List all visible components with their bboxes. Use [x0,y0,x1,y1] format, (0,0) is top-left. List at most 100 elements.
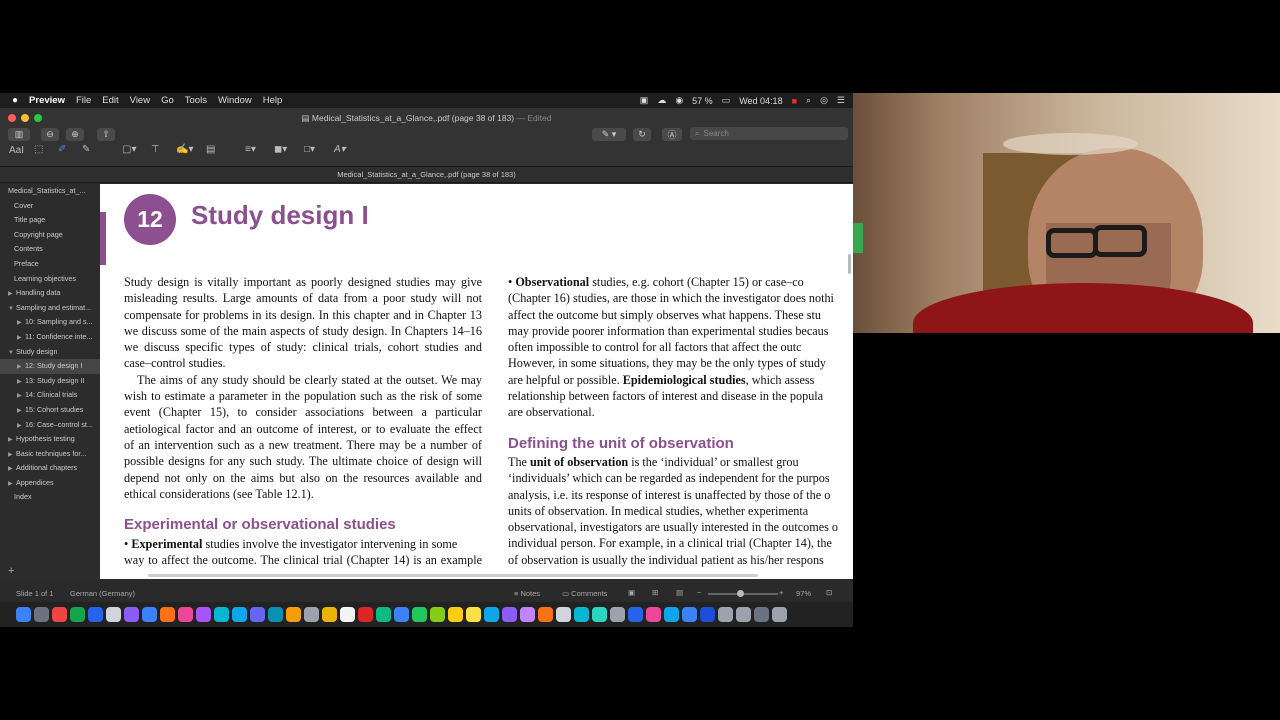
fill-color-icon[interactable]: □▾ [304,144,315,155]
menu-view[interactable]: View [130,95,150,106]
shapes-icon[interactable]: ▢▾ [122,144,136,155]
horizontal-scrollbar[interactable] [148,574,758,577]
dock-app-icon[interactable] [736,607,751,622]
menu-app-name[interactable]: Preview [29,95,65,106]
control-center-icon[interactable]: ☰ [837,95,845,106]
dock-app-icon[interactable] [556,607,571,622]
dock-app-icon[interactable] [142,607,157,622]
menu-go[interactable]: Go [161,95,174,106]
sidebar-item[interactable]: Medical_Statistics_at_... [0,184,100,199]
sidebar-item[interactable]: ▶ 15: Cohort studies [0,403,100,418]
dock-app-icon[interactable] [268,607,283,622]
draw-icon[interactable]: ✎ [82,144,90,155]
sidebar-item[interactable]: ▶ 12: Study design I [0,359,100,374]
dock-app-icon[interactable] [646,607,661,622]
clock[interactable]: Wed 04:18 [739,96,782,106]
sidebar-item[interactable]: ▼ Study design [0,345,100,360]
sidebar-item[interactable]: ▶ 10: Sampling and s... [0,315,100,330]
sidebar-item[interactable]: ▶ Appendices [0,476,100,491]
menu-edit[interactable]: Edit [102,95,118,106]
text-style-icon[interactable]: A▾ [334,144,346,155]
dock-app-icon[interactable] [34,607,49,622]
wifi-icon[interactable]: ◉ [675,95,683,106]
sidebar-item[interactable]: ▶ Handling data [0,286,100,301]
zoom-in-icon[interactable]: ⊕ [66,128,84,141]
user-icon[interactable]: ◎ [820,95,828,106]
disclosure-triangle-icon[interactable]: ▶ [17,419,25,433]
border-color-icon[interactable]: ◼▾ [274,144,287,155]
disclosure-triangle-icon[interactable]: ▶ [17,360,25,374]
share-icon[interactable]: ⇧ [97,128,115,141]
disclosure-triangle-icon[interactable]: ▼ [8,346,16,360]
menu-help[interactable]: Help [263,95,283,106]
selection-icon[interactable]: ⬚ [34,144,43,155]
language-indicator[interactable]: German (Germany) [70,589,135,598]
sidebar-toggle-icon[interactable]: ▥ [8,128,30,141]
disclosure-triangle-icon[interactable]: ▶ [8,462,16,476]
dock-app-icon[interactable] [520,607,535,622]
dock-app-icon[interactable] [16,607,31,622]
apple-icon[interactable]: ● [12,95,18,106]
dock-app-icon[interactable] [178,607,193,622]
pdf-page[interactable]: 12 Study design I Study design is vitall… [100,184,853,579]
dock-app-icon[interactable] [160,607,175,622]
dock-app-icon[interactable] [286,607,301,622]
dock-app-icon[interactable] [106,607,121,622]
dock-app-icon[interactable] [484,607,499,622]
sidebar-item[interactable]: Copyright page [0,228,100,243]
dock-app-icon[interactable] [466,607,481,622]
vertical-scrollbar[interactable] [848,254,851,274]
sidebar-item[interactable]: ▶ 11: Confidence inte... [0,330,100,345]
dock-app-icon[interactable] [394,607,409,622]
disclosure-triangle-icon[interactable]: ▶ [17,375,25,389]
sidebar-item[interactable]: ▶ Hypothesis testing [0,432,100,447]
dock-app-icon[interactable] [322,607,337,622]
menu-file[interactable]: File [76,95,91,106]
spotlight-search-icon[interactable]: ⌕ [806,95,811,106]
sidebar-item[interactable]: Preface [0,257,100,272]
dock-app-icon[interactable] [610,607,625,622]
sidebar-item[interactable]: Title page [0,213,100,228]
zoom-out-icon[interactable]: ⊖ [41,128,59,141]
sidebar-item[interactable]: Cover [0,199,100,214]
comments-button[interactable]: ▭ Comments [562,589,607,598]
zoom-slider-thumb[interactable] [737,590,744,597]
slide-sorter-icon[interactable]: ⊞ [652,588,658,597]
sidebar-item[interactable]: ▼ Sampling and estimat... [0,301,100,316]
dock-app-icon[interactable] [700,607,715,622]
sidebar-item[interactable]: ▶ Additional chapters [0,461,100,476]
sidebar-item[interactable]: ▶ 16: Case–control st... [0,418,100,433]
dock-app-icon[interactable] [754,607,769,622]
markup-pen-icon[interactable]: ✎ ▾ [592,128,626,141]
dock-app-icon[interactable] [718,607,733,622]
battery-percentage[interactable]: 57 % [692,96,713,106]
menu-tools[interactable]: Tools [185,95,207,106]
display-icon[interactable]: ▣ [640,95,649,106]
disclosure-triangle-icon[interactable]: ▶ [8,433,16,447]
sidebar-item[interactable]: Learning objectives [0,272,100,287]
dock-app-icon[interactable] [592,607,607,622]
dock-app-icon[interactable] [88,607,103,622]
flag-icon[interactable]: ■ [792,96,797,106]
dock-app-icon[interactable] [250,607,265,622]
zoom-level[interactable]: 97% [796,589,811,598]
fit-slide-icon[interactable]: ⊡ [826,588,832,597]
zoom-in-plus-icon[interactable]: + [779,588,783,597]
disclosure-triangle-icon[interactable]: ▶ [8,477,16,491]
sidebar-item[interactable]: ▶ Basic techniques for... [0,447,100,462]
dock-app-icon[interactable] [124,607,139,622]
sketch-icon[interactable]: ✐ [58,144,66,155]
dock-app-icon[interactable] [430,607,445,622]
dock-app-icon[interactable] [412,607,427,622]
sidebar-item[interactable]: ▶ 13: Study design II [0,374,100,389]
sidebar-item[interactable]: ▶ 14: Clinical trials [0,388,100,403]
disclosure-triangle-icon[interactable]: ▼ [8,302,16,316]
disclosure-triangle-icon[interactable]: ▶ [8,448,16,462]
dock-app-icon[interactable] [538,607,553,622]
zoom-out-minus-icon[interactable]: − [697,588,701,597]
dock-app-icon[interactable] [682,607,697,622]
dock-app-icon[interactable] [448,607,463,622]
dock-app-icon[interactable] [358,607,373,622]
notes-button[interactable]: ≡ Notes [514,589,540,598]
dock-app-icon[interactable] [214,607,229,622]
